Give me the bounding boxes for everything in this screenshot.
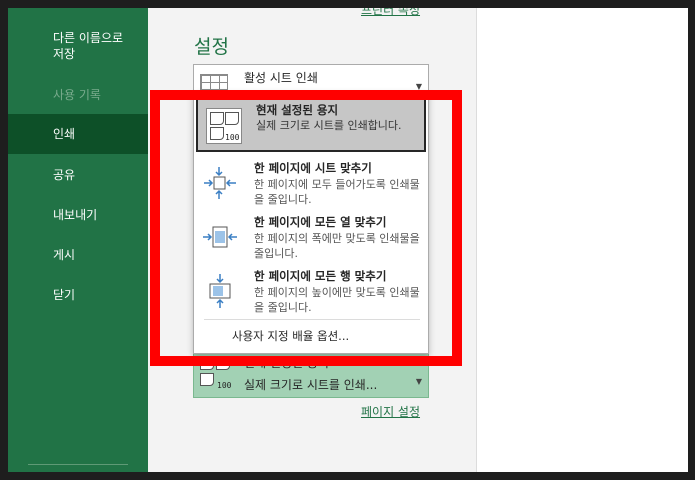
nav-export[interactable]: 내보내기 [8, 206, 148, 224]
printer-properties-link[interactable]: 프린터 속성 [361, 8, 420, 18]
nav-publish[interactable]: 게시 [8, 246, 148, 264]
print-preview-pane [476, 8, 688, 472]
settings-heading: 설정 [194, 36, 229, 58]
sidebar-divider [28, 464, 128, 465]
highlight-annotation [150, 90, 462, 366]
nav-share[interactable]: 공유 [8, 166, 148, 184]
nav-close[interactable]: 닫기 [8, 286, 148, 304]
scaling-selected-desc: 실제 크기로 시트를 인쇄... [244, 378, 378, 392]
chevron-down-icon: ▼ [415, 377, 422, 386]
backstage-view: 다른 이름으로 저장 사용 기록 인쇄 공유 내보내기 게시 닫기 프린터 속성… [8, 8, 688, 472]
nav-save-as[interactable]: 다른 이름으로 저장 [8, 30, 148, 66]
backstage-sidebar: 다른 이름으로 저장 사용 기록 인쇄 공유 내보내기 게시 닫기 [8, 8, 148, 472]
page-setup-link[interactable]: 페이지 설정 [361, 403, 420, 420]
nav-history: 사용 기록 [53, 88, 101, 102]
print-what-value: 활성 시트 인쇄 [244, 71, 318, 85]
nav-print[interactable]: 인쇄 [8, 114, 148, 154]
